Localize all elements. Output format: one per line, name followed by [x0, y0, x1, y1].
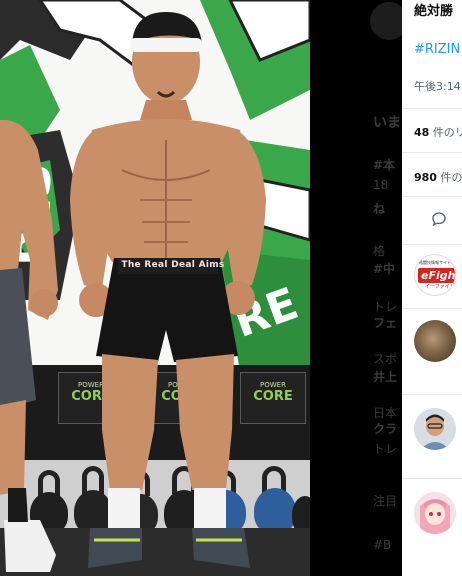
anime-avatar-graphic	[414, 492, 456, 534]
efight-top-text: 格闘技情報サイト	[419, 260, 451, 265]
retweet-number: 48	[414, 126, 430, 139]
efight-avatar[interactable]: 格闘技情報サイト eFight イーファイト	[414, 254, 456, 296]
hashtag-link[interactable]: #RIZIN	[414, 42, 460, 57]
efight-logo: eFight	[418, 268, 455, 283]
anime-avatar[interactable]	[414, 492, 456, 534]
bg-text: 日本	[373, 406, 398, 420]
like-count[interactable]: 980 件の	[414, 169, 462, 185]
tweet-detail-panel: 絶対勝 #RIZIN 午後3:14 48 件のリ 980 件の 格闘技情報サイト…	[402, 0, 462, 576]
divider	[402, 196, 462, 197]
bg-text: クラ	[373, 422, 398, 436]
man-avatar-graphic	[414, 408, 456, 450]
reply-icon[interactable]	[430, 210, 448, 228]
tweet-text: 絶対勝	[414, 4, 454, 19]
bg-text: スポ	[373, 352, 398, 366]
like-number: 980	[414, 171, 437, 184]
man-avatar[interactable]	[414, 408, 456, 450]
bg-text: 注目	[373, 494, 398, 508]
bg-text: 18	[373, 178, 389, 192]
divider	[402, 308, 462, 309]
divider	[402, 108, 462, 109]
bg-text: #B	[373, 538, 392, 552]
tweet-timestamp[interactable]: 午後3:14	[414, 78, 461, 94]
bg-text: 格	[373, 244, 386, 258]
bg-text: トレ	[373, 300, 398, 314]
efight-subtext: イーファイト	[425, 284, 455, 290]
bg-text: トレ	[373, 442, 398, 456]
divider	[402, 152, 462, 153]
waistband-text: The Real Deal Aims	[121, 260, 225, 270]
like-label: 件の	[440, 171, 462, 184]
retweet-label: 件のリ	[432, 126, 462, 139]
tweet-photo[interactable]: PES RE POWERCORE POWERCORE POWERCORE	[0, 0, 310, 576]
retweet-count[interactable]: 48 件のリ	[414, 124, 462, 140]
left-person	[0, 119, 58, 572]
bg-text: #中	[373, 262, 396, 276]
bg-text: フェ	[373, 316, 398, 330]
bg-text: 井上	[373, 370, 398, 384]
divider	[402, 478, 462, 479]
cat-avatar[interactable]	[414, 320, 456, 362]
bg-text: #本	[373, 158, 396, 172]
divider	[402, 394, 462, 395]
dimmed-background[interactable]	[310, 0, 408, 576]
main-person	[70, 12, 266, 568]
bg-text: いま	[373, 115, 401, 131]
divider	[402, 244, 462, 245]
bg-text: ね	[373, 202, 386, 216]
